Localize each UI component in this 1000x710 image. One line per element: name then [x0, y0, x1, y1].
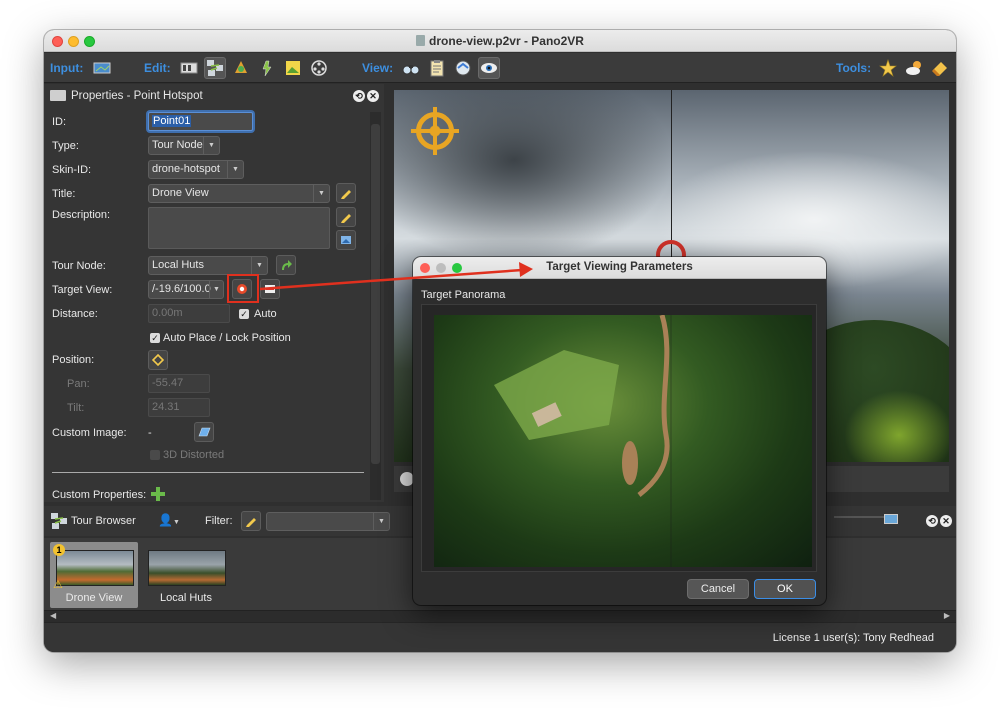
- annotation-arrow: [259, 262, 533, 291]
